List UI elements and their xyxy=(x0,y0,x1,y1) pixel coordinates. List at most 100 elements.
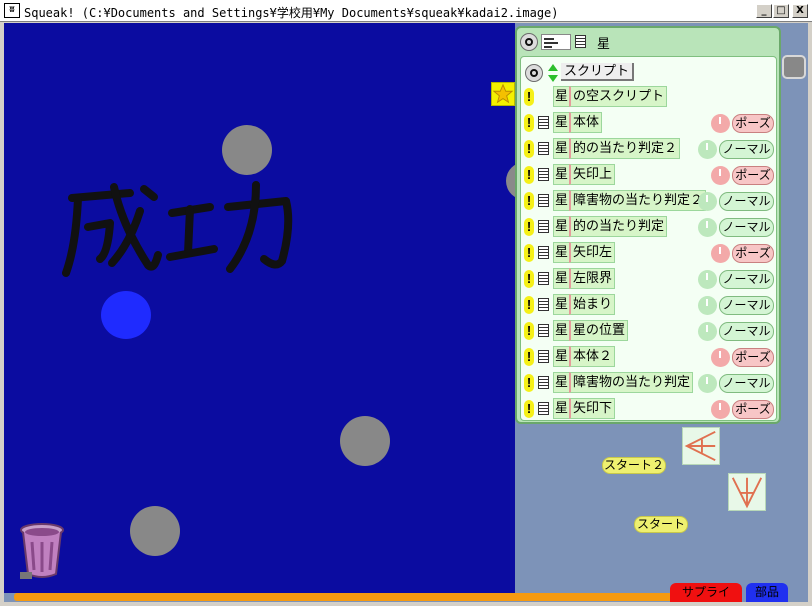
scripts-menu-button[interactable] xyxy=(525,64,543,82)
script-row[interactable]: ! 星矢印左 ポーズ xyxy=(521,241,778,265)
bottom-flap-tab[interactable] xyxy=(14,593,674,601)
script-row[interactable]: ! 星星の位置 ノーマル xyxy=(521,319,778,343)
menu-icon[interactable] xyxy=(538,272,549,285)
script-status-button[interactable]: ノーマル xyxy=(719,140,774,159)
fire-button[interactable]: ! xyxy=(524,192,534,210)
script-object-tile[interactable]: 星 xyxy=(553,216,569,237)
script-name-tile[interactable]: 矢印上 xyxy=(569,164,616,185)
menu-icon[interactable] xyxy=(538,350,549,363)
script-object-tile[interactable]: 星 xyxy=(553,372,569,393)
script-status-button[interactable]: ノーマル xyxy=(719,270,774,289)
script-status-button[interactable]: ポーズ xyxy=(732,400,774,419)
menu-icon[interactable] xyxy=(538,142,549,155)
playfield[interactable] xyxy=(4,23,515,593)
menu-icon[interactable] xyxy=(538,168,549,181)
ticking-clock-icon[interactable] xyxy=(698,296,717,315)
left-arrow-tile[interactable] xyxy=(682,427,720,465)
ticking-clock-icon[interactable] xyxy=(698,270,717,289)
script-object-tile[interactable]: 星 xyxy=(553,112,569,133)
fire-button[interactable]: ! xyxy=(524,296,534,314)
script-status-button[interactable]: ノーマル xyxy=(719,296,774,315)
script-status-button[interactable]: ポーズ xyxy=(732,348,774,367)
script-object-tile[interactable]: 星 xyxy=(553,86,569,107)
scripts-title[interactable]: スクリプト xyxy=(561,63,635,81)
menu-icon[interactable] xyxy=(575,35,586,48)
script-object-tile[interactable]: 星 xyxy=(553,138,569,159)
script-name-tile[interactable]: 本体２ xyxy=(569,346,616,367)
object-viewer[interactable]: 星 スクリプト ! 星 の空スクリプト ! 星本体 ポーズ! 星的の当たり判定２ ノーマ… xyxy=(515,26,781,424)
script-row[interactable]: ! 星矢印下 ポーズ xyxy=(521,397,778,421)
script-name-tile[interactable]: 矢印左 xyxy=(569,242,616,263)
script-object-tile[interactable]: 星 xyxy=(553,242,569,263)
target-ball[interactable] xyxy=(101,291,151,339)
script-object-tile[interactable]: 星 xyxy=(553,190,569,211)
script-name-tile[interactable]: 星の位置 xyxy=(569,320,629,341)
supplies-flap[interactable]: サプライ xyxy=(670,583,742,602)
script-status-button[interactable]: ポーズ xyxy=(732,244,774,263)
fire-button[interactable]: ! xyxy=(524,114,534,132)
ticking-clock-icon[interactable] xyxy=(711,400,730,419)
viewer-menu-button[interactable] xyxy=(520,33,538,51)
fire-button[interactable]: ! xyxy=(524,166,534,184)
script-name-tile[interactable]: 障害物の当たり判定２ xyxy=(569,190,707,211)
script-status-button[interactable]: ポーズ xyxy=(732,114,774,133)
close-button[interactable]: X xyxy=(792,4,808,18)
script-object-tile[interactable]: 星 xyxy=(553,346,569,367)
script-object-tile[interactable]: 星 xyxy=(553,320,569,341)
obstacle-ball[interactable] xyxy=(130,506,180,556)
fire-button[interactable]: ! xyxy=(524,400,534,418)
script-row[interactable]: ! 星障害物の当たり判定 ノーマル xyxy=(521,371,778,395)
menu-icon[interactable] xyxy=(538,324,549,337)
ticking-clock-icon[interactable] xyxy=(698,192,717,211)
script-object-tile[interactable]: 星 xyxy=(553,294,569,315)
script-name-tile[interactable]: 的の当たり判定 xyxy=(569,216,668,237)
script-row[interactable]: ! 星矢印上 ポーズ xyxy=(521,163,778,187)
ticking-clock-icon[interactable] xyxy=(711,348,730,367)
menu-icon[interactable] xyxy=(538,220,549,233)
script-row[interactable]: ! 星障害物の当たり判定２ ノーマル xyxy=(521,189,778,213)
menu-icon[interactable] xyxy=(538,402,549,415)
fire-button[interactable]: ! xyxy=(524,244,534,262)
ticking-clock-icon[interactable] xyxy=(698,218,717,237)
script-row[interactable]: ! 星左限界 ノーマル xyxy=(521,267,778,291)
script-row[interactable]: ! 星始まり ノーマル xyxy=(521,293,778,317)
script-name-tile[interactable]: 矢印下 xyxy=(569,398,616,419)
script-row[interactable]: ! 星的の当たり判定２ ノーマル xyxy=(521,137,778,161)
script-row[interactable]: ! 星本体２ ポーズ xyxy=(521,345,778,369)
scripts-list[interactable]: スクリプト ! 星 の空スクリプト ! 星本体 ポーズ! 星的の当たり判定２ ノーマル!… xyxy=(520,56,777,421)
script-object-tile[interactable]: 星 xyxy=(553,164,569,185)
script-status-button[interactable]: ノーマル xyxy=(719,218,774,237)
obstacle-ball[interactable] xyxy=(340,416,390,466)
script-status-button[interactable]: ポーズ xyxy=(732,166,774,185)
object-thumbnail-icon[interactable] xyxy=(541,34,571,50)
fire-button[interactable]: ! xyxy=(524,322,534,340)
parts-flap[interactable]: 部品 xyxy=(746,583,788,602)
script-name-tile[interactable]: 本体 xyxy=(569,112,603,133)
script-name-tile[interactable]: の空スクリプト xyxy=(569,86,668,107)
menu-icon[interactable] xyxy=(538,246,549,259)
ticking-clock-icon[interactable] xyxy=(711,244,730,263)
script-row[interactable]: ! 星的の当たり判定 ノーマル xyxy=(521,215,778,239)
trash-can-icon[interactable] xyxy=(18,522,66,580)
ticking-clock-icon[interactable] xyxy=(698,374,717,393)
fire-button[interactable]: ! xyxy=(524,348,534,366)
script-object-tile[interactable]: 星 xyxy=(553,268,569,289)
start2-button[interactable]: スタート２ xyxy=(602,457,666,474)
menu-icon[interactable] xyxy=(538,298,549,311)
script-status-button[interactable]: ノーマル xyxy=(719,192,774,211)
ticking-clock-icon[interactable] xyxy=(698,322,717,341)
script-name-tile[interactable]: 始まり xyxy=(569,294,616,315)
script-row[interactable]: ! 星本体 ポーズ xyxy=(521,111,778,135)
window-title-bar[interactable]: ʬ Squeak! (C:¥Documents and Settings¥学校用… xyxy=(0,0,812,22)
fire-button[interactable]: ! xyxy=(524,140,534,158)
minimize-button[interactable]: _ xyxy=(756,4,772,18)
start-button[interactable]: スタート xyxy=(634,516,688,533)
script-status-button[interactable]: ノーマル xyxy=(719,322,774,341)
ticking-clock-icon[interactable] xyxy=(711,166,730,185)
ticking-clock-icon[interactable] xyxy=(698,140,717,159)
script-name-tile[interactable]: 左限界 xyxy=(569,268,616,289)
menu-icon[interactable] xyxy=(538,376,549,389)
menu-icon[interactable] xyxy=(538,194,549,207)
script-name-tile[interactable]: 的の当たり判定２ xyxy=(569,138,681,159)
script-row-empty[interactable]: ! 星 の空スクリプト xyxy=(521,85,778,109)
